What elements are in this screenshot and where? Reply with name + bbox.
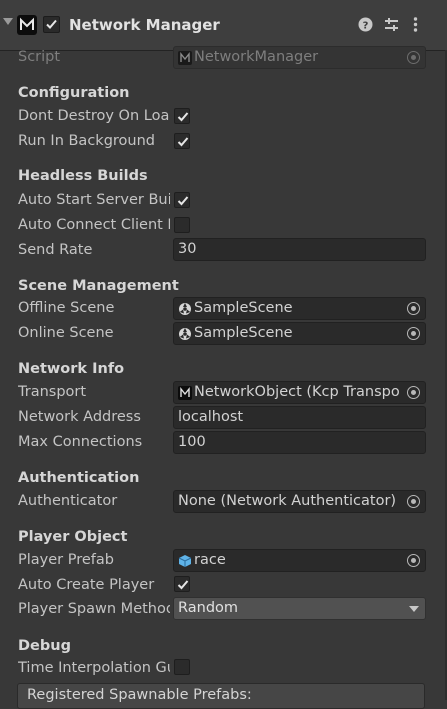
foldout-arrow-icon[interactable]: [3, 18, 13, 25]
send-rate-input[interactable]: 30: [173, 238, 426, 261]
player-prefab-label: Player Prefab: [18, 552, 114, 568]
online-scene-label: Online Scene: [18, 325, 114, 341]
spawn-method-value: Random: [178, 600, 239, 616]
mirror-logo-icon: [17, 15, 37, 35]
time-interpolation-label: Time Interpolation Gui: [18, 660, 170, 676]
script-value: NetworkManager: [194, 49, 319, 65]
auto-connect-client-checkbox[interactable]: [174, 217, 190, 233]
headless-heading: Headless Builds: [18, 168, 148, 184]
object-picker-icon[interactable]: [407, 495, 420, 508]
spawn-method-label: Player Spawn Method: [18, 601, 170, 617]
more-options-icon[interactable]: [407, 16, 424, 33]
auto-connect-client-label: Auto Connect Client Build: [18, 217, 170, 233]
send-rate-value: 30: [178, 241, 197, 257]
auto-start-server-label: Auto Start Server Build: [18, 192, 170, 208]
script-label: Script: [18, 49, 61, 65]
authentication-heading: Authentication: [18, 470, 140, 486]
component-header[interactable]: Network Manager ?: [0, 0, 447, 50]
max-connections-label: Max Connections: [18, 434, 143, 450]
help-icon[interactable]: ?: [357, 16, 374, 33]
svg-text:?: ?: [363, 21, 369, 32]
online-scene-value: SampleScene: [194, 325, 293, 341]
object-picker-icon: [407, 51, 420, 64]
debug-heading: Debug: [18, 638, 71, 654]
send-rate-label: Send Rate: [18, 242, 93, 258]
max-connections-value: 100: [178, 434, 206, 450]
mirror-component-icon: [178, 386, 192, 400]
run-background-label: Run In Background: [18, 133, 155, 149]
component-enabled-checkbox[interactable]: [43, 16, 60, 33]
auto-create-player-checkbox[interactable]: [174, 576, 190, 592]
scene-management-heading: Scene Management: [18, 278, 179, 294]
spawnable-prefabs-list-header[interactable]: Registered Spawnable Prefabs:: [17, 683, 425, 709]
scene-asset-icon: [178, 302, 192, 316]
prefab-icon: [178, 554, 192, 568]
preset-settings-icon[interactable]: [383, 16, 400, 33]
object-picker-icon[interactable]: [407, 554, 420, 567]
transport-value: NetworkObject (Kcp Transport): [194, 384, 401, 400]
offline-scene-value: SampleScene: [194, 300, 293, 316]
player-object-heading: Player Object: [18, 529, 128, 545]
network-address-value: localhost: [178, 409, 244, 425]
player-prefab-field[interactable]: race: [173, 549, 426, 572]
object-picker-icon[interactable]: [407, 302, 420, 315]
configuration-heading: Configuration: [18, 85, 130, 101]
max-connections-input[interactable]: 100: [173, 431, 426, 454]
run-background-checkbox[interactable]: [174, 133, 190, 149]
auto-start-server-checkbox[interactable]: [174, 192, 190, 208]
transport-label: Transport: [18, 384, 87, 400]
object-picker-icon[interactable]: [407, 386, 420, 399]
script-icon: [178, 51, 192, 65]
dont-destroy-label: Dont Destroy On Load: [18, 108, 170, 124]
spawnable-prefabs-label: Registered Spawnable Prefabs:: [27, 687, 252, 703]
authenticator-value: None (Network Authenticator): [178, 493, 397, 509]
component-title: Network Manager: [69, 16, 220, 34]
script-field: NetworkManager: [173, 46, 426, 69]
object-picker-icon[interactable]: [407, 327, 420, 340]
time-interpolation-checkbox[interactable]: [174, 659, 190, 675]
online-scene-field[interactable]: SampleScene: [173, 322, 426, 345]
network-address-label: Network Address: [18, 409, 141, 425]
auto-create-player-label: Auto Create Player: [18, 577, 155, 593]
authenticator-label: Authenticator: [18, 493, 118, 509]
scene-asset-icon: [178, 327, 192, 341]
network-address-input[interactable]: localhost: [173, 406, 426, 429]
offline-scene-field[interactable]: SampleScene: [173, 297, 426, 320]
transport-field[interactable]: NetworkObject (Kcp Transport): [173, 381, 426, 404]
chevron-down-icon: [409, 606, 419, 612]
network-info-heading: Network Info: [18, 361, 125, 377]
player-prefab-value: race: [194, 552, 226, 568]
offline-scene-label: Offline Scene: [18, 300, 115, 316]
spawn-method-dropdown[interactable]: Random: [173, 597, 426, 620]
authenticator-field[interactable]: None (Network Authenticator): [173, 490, 426, 513]
dont-destroy-checkbox[interactable]: [174, 108, 190, 124]
